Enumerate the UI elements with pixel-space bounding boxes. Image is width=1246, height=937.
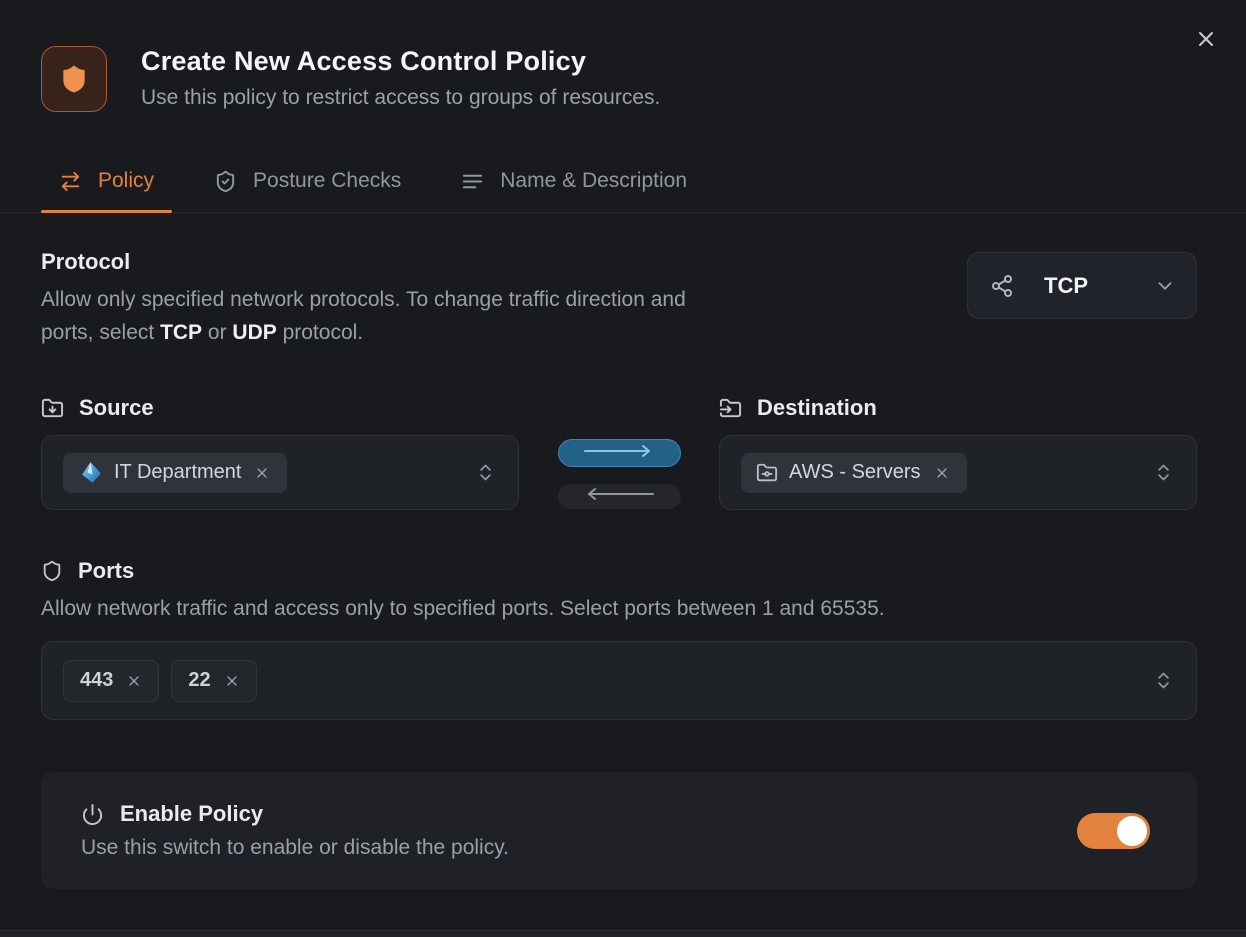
- port-tag: 443: [63, 660, 159, 702]
- shield-check-icon: [214, 170, 237, 193]
- remove-tag-icon[interactable]: [252, 463, 272, 483]
- enable-policy-label: Enable Policy: [120, 801, 263, 827]
- protocol-text: Protocol Allow only specified network pr…: [41, 249, 691, 349]
- destination-tag: AWS - Servers: [741, 453, 967, 493]
- enable-policy-text: Enable Policy Use this switch to enable …: [81, 801, 509, 860]
- chevrons-up-down-icon: [1153, 462, 1174, 483]
- tab-label: Posture Checks: [253, 169, 401, 193]
- chevrons-up-down-icon: [1153, 670, 1174, 691]
- arrow-right-icon: [583, 444, 655, 463]
- tab-posture-checks[interactable]: Posture Checks: [196, 150, 419, 212]
- modal-footer-edge: [0, 930, 1246, 937]
- remove-tag-icon[interactable]: [932, 463, 952, 483]
- header-titles: Create New Access Control Policy Use thi…: [141, 46, 660, 110]
- protocol-desc-part: or: [202, 321, 232, 344]
- tab-bar: Policy Posture Checks Name & Description: [0, 150, 1246, 213]
- enable-policy-description: Use this switch to enable or disable the…: [81, 836, 509, 860]
- traffic-direction-controls: [519, 439, 719, 509]
- port-tag-value: 22: [188, 669, 210, 692]
- protocol-description: Allow only specified network protocols. …: [41, 283, 691, 349]
- enable-policy-heading: Enable Policy: [81, 801, 509, 827]
- power-icon: [81, 803, 104, 826]
- port-tag: 22: [171, 660, 256, 702]
- close-icon: [1194, 27, 1218, 54]
- ports-heading: Ports: [41, 558, 1197, 584]
- protocol-select[interactable]: TCP: [967, 252, 1197, 319]
- source-heading-label: Source: [79, 395, 154, 421]
- tab-label: Policy: [98, 169, 154, 193]
- destination-heading-label: Destination: [757, 395, 877, 421]
- port-tag-value: 443: [80, 669, 113, 692]
- remove-tag-icon[interactable]: [224, 673, 240, 689]
- traffic-section: Source IT Department: [41, 395, 1197, 510]
- close-button[interactable]: [1190, 24, 1222, 56]
- policy-shield-icon: [41, 46, 107, 112]
- source-tag-label: IT Department: [114, 461, 241, 484]
- netbird-group-icon: [78, 460, 103, 485]
- folder-input-icon: [719, 397, 742, 420]
- destination-tag-label: AWS - Servers: [789, 461, 921, 484]
- text-lines-icon: [461, 170, 484, 193]
- create-policy-modal: Create New Access Control Policy Use thi…: [0, 0, 1246, 937]
- modal-header: Create New Access Control Policy Use thi…: [0, 0, 1246, 112]
- folder-down-icon: [41, 397, 64, 420]
- direction-left-button[interactable]: [558, 484, 681, 509]
- protocol-desc-part: protocol.: [277, 321, 363, 344]
- share-nodes-icon: [990, 274, 1014, 298]
- arrow-left-icon: [583, 487, 655, 506]
- protocol-section: Protocol Allow only specified network pr…: [41, 249, 1197, 349]
- page-subtitle: Use this policy to restrict access to gr…: [141, 86, 660, 110]
- ports-description: Allow network traffic and access only to…: [41, 592, 1197, 625]
- folder-git-icon: [756, 462, 778, 484]
- tab-content-policy: Protocol Allow only specified network pr…: [0, 213, 1246, 889]
- source-column: Source IT Department: [41, 395, 519, 510]
- direction-right-button[interactable]: [558, 439, 681, 467]
- destination-column: Destination AWS - Servers: [719, 395, 1197, 510]
- protocol-desc-part: Allow only specified network protocols. …: [41, 288, 686, 344]
- arrows-right-left-icon: [59, 170, 82, 193]
- shield-outline-icon: [41, 560, 63, 582]
- tab-label: Name & Description: [500, 169, 687, 193]
- chevrons-up-down-icon: [475, 462, 496, 483]
- destination-heading: Destination: [719, 395, 1197, 421]
- enable-policy-card: Enable Policy Use this switch to enable …: [41, 772, 1197, 889]
- tab-policy[interactable]: Policy: [41, 150, 172, 212]
- ports-section: Ports Allow network traffic and access o…: [41, 558, 1197, 720]
- source-tag: IT Department: [63, 453, 287, 493]
- chevron-down-icon: [1154, 275, 1176, 297]
- protocol-desc-tcp: TCP: [160, 321, 202, 344]
- enable-policy-toggle[interactable]: [1077, 813, 1150, 849]
- toggle-knob: [1117, 816, 1147, 846]
- protocol-selected-value: TCP: [1044, 273, 1088, 299]
- protocol-heading: Protocol: [41, 249, 691, 275]
- tab-name-description[interactable]: Name & Description: [443, 150, 705, 212]
- source-heading: Source: [41, 395, 519, 421]
- destination-select[interactable]: AWS - Servers: [719, 435, 1197, 510]
- ports-heading-label: Ports: [78, 558, 134, 584]
- remove-tag-icon[interactable]: [126, 673, 142, 689]
- ports-select[interactable]: 443 22: [41, 641, 1197, 720]
- source-select[interactable]: IT Department: [41, 435, 519, 510]
- page-title: Create New Access Control Policy: [141, 46, 660, 77]
- protocol-desc-udp: UDP: [232, 321, 276, 344]
